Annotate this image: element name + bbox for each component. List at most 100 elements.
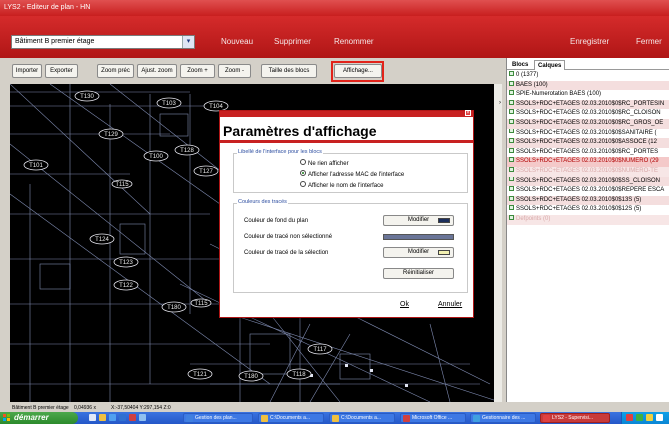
layer-item[interactable]: 0 (1377) <box>507 71 669 81</box>
plan-node[interactable]: T127 <box>193 165 219 177</box>
layer-checkbox[interactable] <box>509 186 514 192</box>
block-size-button[interactable]: Taille des blocs <box>261 64 317 78</box>
layer-checkbox[interactable] <box>509 118 514 124</box>
plan-node[interactable]: T130 <box>74 90 100 102</box>
layer-item[interactable]: SSOLS+RDC+ETAGES 02.03.2010$0$12S (5) <box>507 205 669 215</box>
cancel-button[interactable]: Annuler <box>438 301 462 308</box>
layer-item[interactable]: SSOLS+RDC+ETAGES 02.03.2010$0$SS_CLOISON <box>507 176 669 187</box>
layer-checkbox[interactable] <box>509 90 514 96</box>
radio-show-name[interactable]: Afficher le nom de l'interface <box>300 181 383 190</box>
modify-background-color-button[interactable]: Modifier <box>383 215 454 226</box>
layer-item[interactable]: SSOLS+RDC+ETAGES 02.03.2010$0$REPERE ESC… <box>507 186 669 196</box>
folder-icon[interactable] <box>99 414 106 421</box>
plan-node[interactable]: T103 <box>156 97 182 109</box>
layer-label: SSOLS+RDC+ETAGES 02.03.2010$0$ASSOCE (12 <box>516 139 657 146</box>
taskbar-item[interactable]: Gestionnaire des ... <box>470 413 536 423</box>
layer-checkbox[interactable] <box>509 109 514 115</box>
layer-item[interactable]: SSOLS+RDC+ETAGES 02.03.2010$0$13S (5) <box>507 195 669 206</box>
plan-node[interactable]: T121 <box>187 368 213 380</box>
plan-node-label: T117 <box>313 347 327 353</box>
modify-selection-color-button[interactable]: Modifier <box>383 247 454 258</box>
layer-item[interactable]: SSOLS+RDC+ETAGES 02.03.2010$0$RC_CLOISON <box>507 109 669 119</box>
outlook-icon[interactable] <box>119 414 126 421</box>
layer-checkbox[interactable] <box>509 138 514 144</box>
zoom-fit-button[interactable]: Ajust. zoom <box>137 64 177 78</box>
layer-item[interactable]: SSOLS+RDC+ETAGES 02.03.2010$0$NUMERO (29 <box>507 157 669 167</box>
layer-checkbox[interactable] <box>509 80 514 86</box>
plan-node[interactable]: T128 <box>174 144 200 156</box>
program-icon[interactable] <box>139 414 146 421</box>
delete-menu-item[interactable]: Supprimer <box>274 36 311 48</box>
taskbar-item[interactable]: LYS2 - Supervisi... <box>540 413 610 423</box>
plan-node[interactable]: T129 <box>98 128 124 140</box>
taskbar-item[interactable]: Microsoft Office ... <box>400 413 466 423</box>
plan-node-label: T127 <box>199 169 213 175</box>
radio-show-mac[interactable]: Afficher l'adresse MAC de l'interface <box>300 170 404 179</box>
layer-item[interactable]: Defpoints (0) <box>507 214 669 225</box>
taskbar-item[interactable]: C:\Documents a... <box>258 413 324 423</box>
layer-item[interactable]: SSOLS+RDC+ETAGES 02.03.2010$0$RC_PORTES <box>507 147 669 158</box>
plan-node[interactable]: T115 <box>111 179 133 189</box>
layer-item[interactable]: SSOLS+RDC+ETAGES 02.03.2010$0$RC_PORTESI… <box>507 99 669 110</box>
new-menu-item[interactable]: Nouveau <box>221 36 253 48</box>
zoom-out-button[interactable]: Zoom - <box>218 64 251 78</box>
zoom-in-button[interactable]: Zoom + <box>180 64 215 78</box>
expand-arrow-icon[interactable]: › <box>499 100 501 106</box>
tray-clock-icon[interactable] <box>656 414 663 421</box>
chevron-down-icon[interactable]: ▾ <box>182 36 194 48</box>
plan-node[interactable]: T115 <box>190 298 212 308</box>
export-button[interactable]: Exporter <box>45 64 78 78</box>
taskbar-item-label: LYS2 - Supervisi... <box>552 415 594 421</box>
layer-checkbox[interactable] <box>509 205 514 211</box>
plan-node[interactable]: T117 <box>307 343 333 355</box>
start-button[interactable]: démarrer <box>0 412 78 424</box>
tray-volume-icon[interactable] <box>646 414 653 421</box>
app-icon[interactable] <box>129 414 136 421</box>
browser-icon[interactable] <box>109 414 116 421</box>
layer-checkbox[interactable] <box>509 176 514 182</box>
close-icon[interactable]: × <box>465 110 471 116</box>
start-label: démarrer <box>14 413 49 422</box>
layer-item[interactable]: SSOLS+RDC+ETAGES 02.03.2010$0$SANITAIRE … <box>507 128 669 139</box>
radio-show-nothing[interactable]: Ne rien afficher <box>300 159 349 168</box>
taskbar-item[interactable]: Gestion des plan... <box>183 413 253 423</box>
taskbar-item-label: Gestion des plan... <box>195 415 237 421</box>
taskbar-item[interactable]: C:\Documents a... <box>329 413 395 423</box>
reset-button[interactable]: Réinitialiser <box>383 268 454 279</box>
plan-node[interactable]: T124 <box>89 233 115 245</box>
building-select[interactable]: Bâtiment B premier étage ▾ <box>11 35 195 49</box>
plan-node[interactable]: T180 <box>238 370 264 382</box>
close-menu-item[interactable]: Fermer <box>636 36 662 48</box>
layer-item[interactable]: SSOLS+RDC+ETAGES 02.03.2010$0$ASSOCE (12 <box>507 138 669 148</box>
plan-node[interactable]: T122 <box>113 279 139 291</box>
plan-node[interactable]: T123 <box>113 256 139 268</box>
plan-node[interactable]: T101 <box>23 159 49 171</box>
layer-checkbox[interactable] <box>509 157 514 163</box>
layer-checkbox[interactable] <box>509 195 514 201</box>
layer-checkbox[interactable] <box>509 99 514 105</box>
layer-checkbox[interactable] <box>509 166 514 172</box>
zoom-previous-button[interactable]: Zoom préc <box>97 64 134 78</box>
plan-node-label: T100 <box>149 154 163 160</box>
tray-alert-icon[interactable] <box>626 414 633 421</box>
plan-vertical-scrollbar[interactable] <box>494 84 502 402</box>
layer-item[interactable]: SPIE-Numerotation BAES (100) <box>507 90 669 100</box>
save-menu-item[interactable]: Enregistrer <box>570 36 609 48</box>
rename-menu-item[interactable]: Renommer <box>334 36 374 48</box>
plan-node[interactable]: T180 <box>161 301 187 313</box>
tray-network-icon[interactable] <box>636 414 643 421</box>
ok-button[interactable]: Ok <box>400 301 409 308</box>
plan-node[interactable]: T100 <box>143 150 169 162</box>
layer-item[interactable]: SSOLS+RDC+ETAGES 02.03.2010$0$RC_GROS_OE <box>507 118 669 129</box>
layer-item[interactable]: BAES (100) <box>507 80 669 91</box>
layer-checkbox[interactable] <box>509 147 514 153</box>
tab-layers[interactable]: Calques <box>534 60 566 70</box>
layer-checkbox[interactable] <box>509 214 514 220</box>
desktop-icon[interactable] <box>89 414 96 421</box>
plan-node[interactable]: T118 <box>286 368 312 380</box>
layer-checkbox[interactable] <box>509 71 514 76</box>
tab-blocks[interactable]: Blocs <box>509 60 531 70</box>
layer-checkbox[interactable] <box>509 128 514 134</box>
layer-item[interactable]: SSOLS+RDC+ETAGES 02.03.2010$0$NUMERO-TE <box>507 166 669 177</box>
import-button[interactable]: Importer <box>12 64 42 78</box>
